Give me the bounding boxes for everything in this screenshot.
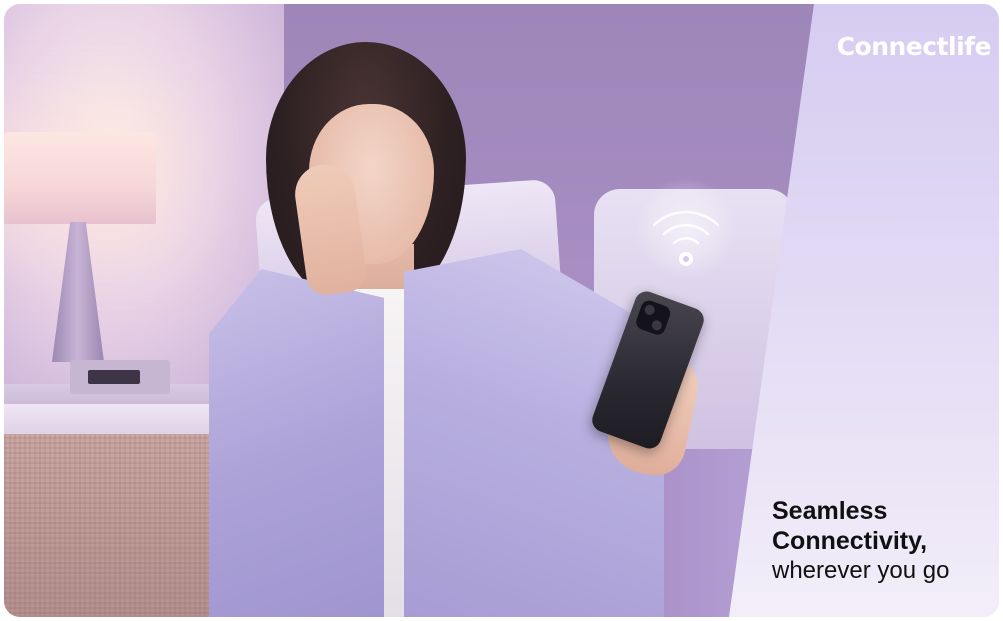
headline-line-2: Connectivity, (772, 527, 928, 555)
camera-module (634, 298, 673, 337)
headline-line-1: Seamless (772, 497, 888, 525)
brand-logo[interactable]: Connectlife (837, 32, 992, 61)
lavender-blazer (209, 269, 384, 617)
alarm-clock (70, 360, 170, 394)
hero-banner: Connectlife Seamless Connectivity, where… (4, 4, 999, 617)
lamp-shade (4, 132, 156, 224)
wifi-signal-icon (636, 179, 736, 279)
headline-line-3: wherever you go (772, 557, 950, 584)
headline: Seamless Connectivity, wherever you go (772, 496, 949, 586)
